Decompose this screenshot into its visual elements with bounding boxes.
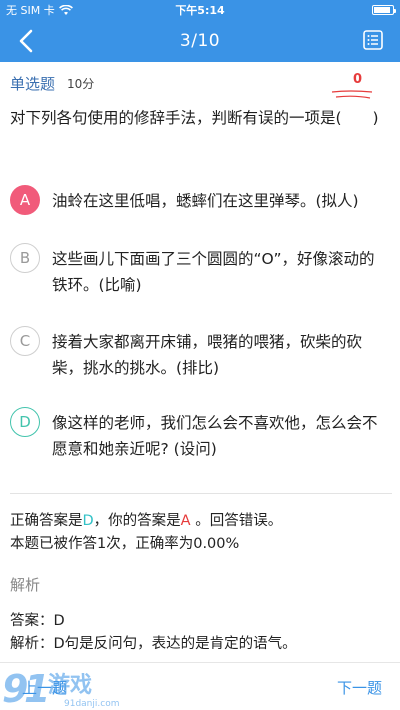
analysis-explanation: 解析：D句是反问句，表达的是肯定的语气。 xyxy=(10,636,297,652)
correct-prefix: 正确答案是 xyxy=(10,513,83,529)
analysis-title: 解析 xyxy=(10,576,41,594)
app-header: 无 SIM 卡 下午5:14 3/10 xyxy=(0,0,400,62)
prev-question-button[interactable]: 上一题 xyxy=(22,677,67,698)
analysis-body: 答案：D 解析：D句是反问句，表达的是肯定的语气。 xyxy=(10,610,390,656)
option-c-text: 接着大家都离开床铺，喂猪的喂猪，砍柴的砍柴，挑水的挑水。(排比) xyxy=(52,333,363,377)
option-c[interactable]: C 接着大家都离开床铺，喂猪的喂猪，砍柴的砍柴，挑水的挑水。(排比) xyxy=(10,326,395,381)
status-time: 下午5:14 xyxy=(175,4,225,17)
answer-line: 正确答案是D，你的答案是A 。回答错误。 xyxy=(10,510,390,533)
your-prefix: ，你的答案是 xyxy=(93,513,181,529)
verdict: 。回答错误。 xyxy=(190,513,283,529)
chevron-left-icon[interactable] xyxy=(14,28,40,54)
status-bar: 无 SIM 卡 下午5:14 xyxy=(0,0,400,20)
option-d-letter: D xyxy=(10,407,40,437)
question-type: 单选题 xyxy=(10,74,56,93)
option-d[interactable]: D 像这样的老师，我们怎么会不喜欢他，怎么会不愿意和她亲近呢? (设问) xyxy=(10,407,395,462)
your-answer: A xyxy=(180,513,191,529)
battery-icon xyxy=(372,5,396,15)
footer-bar: 上一题 下一题 xyxy=(0,662,400,710)
wrong-count: 0 xyxy=(352,72,362,87)
analysis-answer: 答案：D xyxy=(10,613,65,629)
option-a-letter: A xyxy=(10,185,40,215)
option-b-letter: B xyxy=(10,243,40,273)
question-meta: 单选题 10分 0 xyxy=(10,70,390,99)
answer-stats: 本题已被作答1次，正确率为0.00% xyxy=(10,536,240,552)
option-a[interactable]: A 油蛉在这里低唱，蟋蟀们在这里弹琴。(拟人) xyxy=(10,185,395,215)
option-c-letter: C xyxy=(10,326,40,356)
question-score: 10分 xyxy=(67,76,95,91)
page-title: 3/10 xyxy=(179,31,221,51)
list-menu-icon[interactable] xyxy=(362,29,384,51)
divider xyxy=(10,493,392,494)
answer-result: 正确答案是D，你的答案是A 。回答错误。 本题已被作答1次，正确率为0.00% xyxy=(10,510,390,556)
red-underline-mark xyxy=(331,90,373,99)
option-b-text: 这些画儿下面画了三个圆圆的“O”，好像滚动的铁环。(比喻) xyxy=(52,250,375,294)
next-question-button[interactable]: 下一题 xyxy=(337,677,382,698)
question-stem: 对下列各句使用的修辞手法，判断有误的一项是( ) xyxy=(10,109,379,127)
option-d-text: 像这样的老师，我们怎么会不喜欢他，怎么会不愿意和她亲近呢? (设问) xyxy=(52,414,378,458)
correct-answer: D xyxy=(82,513,94,529)
option-b[interactable]: B 这些画儿下面画了三个圆圆的“O”，好像滚动的铁环。(比喻) xyxy=(10,243,395,298)
option-a-text: 油蛉在这里低唱，蟋蟀们在这里弹琴。(拟人) xyxy=(52,192,359,210)
nav-bar: 3/10 xyxy=(0,20,400,62)
